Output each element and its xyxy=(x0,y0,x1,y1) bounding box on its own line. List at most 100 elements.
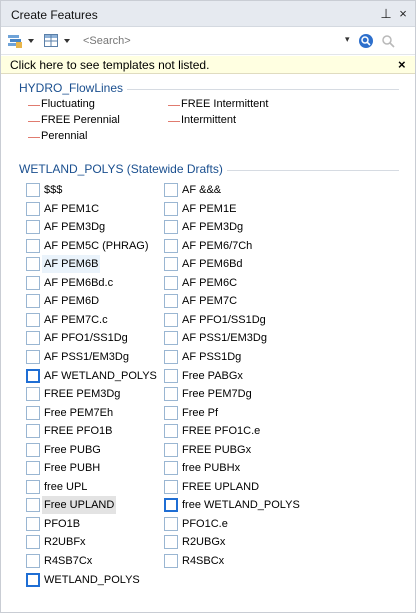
pin-icon[interactable]: ⊥ xyxy=(379,6,393,22)
line-symbol-icon xyxy=(168,105,180,106)
template-label: AF PEM7C xyxy=(182,295,238,308)
template-label: WETLAND_POLYS xyxy=(44,573,140,586)
group-header: WETLAND_POLYS (Statewide Drafts) xyxy=(19,162,399,178)
template-label: AF PEM3Dg xyxy=(182,221,244,234)
polygon-symbol-icon xyxy=(164,387,178,402)
template-label: Free PABGx xyxy=(182,369,243,382)
polygon-symbol-icon xyxy=(26,498,40,513)
template-label: AF PEM6Bd.c xyxy=(44,276,114,289)
polygon-symbol-icon xyxy=(164,479,178,494)
polygon-symbol-icon xyxy=(164,498,178,513)
polygon-symbol-icon xyxy=(164,424,178,439)
template-label: AF PEM6Bd xyxy=(182,258,243,271)
polygon-symbol-icon xyxy=(164,257,178,272)
polygon-symbol-icon xyxy=(26,479,40,494)
template-label: free WETLAND_POLYS xyxy=(182,499,300,512)
create-features-panel: Create Features ⊥ × ▾ xyxy=(0,0,416,613)
polygon-symbol-icon xyxy=(26,554,40,568)
template-label: R4SBCx xyxy=(182,555,225,567)
polygon-symbol-icon xyxy=(164,442,178,457)
template-label: AF PEM3Dg xyxy=(44,221,106,234)
template-label: Intermittent xyxy=(181,114,237,126)
template-label: FREE UPLAND xyxy=(182,480,260,493)
template-label: AF PEM6D xyxy=(44,295,100,308)
polygon-symbol-icon xyxy=(164,294,178,309)
clear-search-icon[interactable] xyxy=(379,32,397,50)
line-symbol-icon xyxy=(28,121,40,122)
polygon-symbol-icon xyxy=(26,424,40,439)
polygon-symbol-icon xyxy=(164,349,178,364)
polygon-symbol-icon xyxy=(164,516,178,531)
line-symbol-icon xyxy=(28,105,40,106)
search-icon[interactable] xyxy=(357,32,375,50)
template-label: AF WETLAND_POLYS xyxy=(44,369,157,382)
polygon-symbol-icon xyxy=(164,183,178,197)
panel-title: Create Features xyxy=(11,8,98,22)
group-header: HYDRO_FlowLines xyxy=(19,81,399,97)
polygon-symbol-icon xyxy=(26,238,40,253)
template-label: R2UBFx xyxy=(44,536,86,549)
template-label: PFO1C.e xyxy=(182,517,228,530)
toolbar: ▾ xyxy=(1,27,415,55)
template-label: FREE PUBGx xyxy=(182,443,252,456)
polygon-symbol-icon xyxy=(26,516,40,531)
template-label: free PUBHx xyxy=(182,462,241,475)
template-label: FREE PFO1B xyxy=(44,425,113,438)
template-label: AF PEM1E xyxy=(182,202,237,215)
polygon-symbol-icon xyxy=(26,183,40,197)
polygon-symbol-icon xyxy=(26,349,40,364)
search-dropdown-icon[interactable]: ▾ xyxy=(345,34,350,45)
polygon-symbol-icon xyxy=(26,405,40,420)
template-label: AF PSS1Dg xyxy=(182,350,242,363)
polygon-symbol-icon xyxy=(164,238,178,253)
template-label: AF PEM6/7Ch xyxy=(182,239,253,252)
template-label: R4SB7Cx xyxy=(44,555,93,567)
info-bar-text[interactable]: Click here to see templates not listed. xyxy=(10,58,209,72)
template-label: FREE PFO1C.e xyxy=(182,425,261,438)
template-label: AF PFO1/SS1Dg xyxy=(44,332,128,345)
template-label: Free PEM7Dg xyxy=(182,388,252,401)
organize-templates-button[interactable] xyxy=(7,33,41,49)
info-bar-close-icon[interactable]: × xyxy=(398,57,406,72)
panel-titlebar: Create Features ⊥ × xyxy=(1,1,415,27)
polygon-symbol-icon xyxy=(26,442,40,457)
polygon-symbol-icon xyxy=(164,554,178,568)
template-label: FREE Intermittent xyxy=(181,98,269,110)
polygon-symbol-icon xyxy=(26,294,40,309)
template-label: AF PEM6B xyxy=(42,255,101,274)
template-label: Free PEM7Eh xyxy=(44,406,114,419)
group-title: HYDRO_FlowLines xyxy=(19,81,128,95)
template-label: AF PEM7C.c xyxy=(44,313,108,326)
polygon-symbol-icon xyxy=(26,257,40,272)
close-panel-button[interactable]: × xyxy=(396,6,410,22)
search-input[interactable] xyxy=(83,31,333,50)
table-view-button[interactable] xyxy=(43,33,77,49)
templates-info-bar[interactable]: Click here to see templates not listed. … xyxy=(1,56,415,74)
polygon-symbol-icon xyxy=(26,535,40,550)
template-label: FREE PEM3Dg xyxy=(44,388,121,401)
template-label: Fluctuating xyxy=(41,98,95,110)
polygon-symbol-icon xyxy=(164,535,178,550)
line-symbol-icon xyxy=(168,121,180,122)
template-label: FREE Perennial xyxy=(41,114,120,126)
polygon-symbol-icon xyxy=(26,201,40,216)
template-label: AF PFO1/SS1Dg xyxy=(182,313,266,326)
polygon-symbol-icon xyxy=(26,461,40,476)
polygon-symbol-icon xyxy=(26,368,40,383)
group-title: WETLAND_POLYS (Statewide Drafts) xyxy=(19,162,227,176)
template-label: AF PSS1/EM3Dg xyxy=(44,350,129,363)
template-label: AF PEM1C xyxy=(44,202,100,215)
template-label: AF &&& xyxy=(182,184,222,196)
polygon-symbol-icon xyxy=(26,387,40,402)
template-label: $$$ xyxy=(44,184,63,196)
polygon-symbol-icon xyxy=(164,368,178,383)
template-label: Free PUBH xyxy=(44,462,101,475)
polygon-symbol-icon xyxy=(164,405,178,420)
template-label: Perennial xyxy=(41,130,88,142)
polygon-symbol-icon xyxy=(164,220,178,235)
polygon-symbol-icon xyxy=(164,312,178,327)
template-label: PFO1B xyxy=(44,517,81,530)
polygon-symbol-icon xyxy=(26,331,40,346)
template-label: AF PEM6C xyxy=(182,276,238,289)
template-label: Free UPLAND xyxy=(42,496,117,515)
